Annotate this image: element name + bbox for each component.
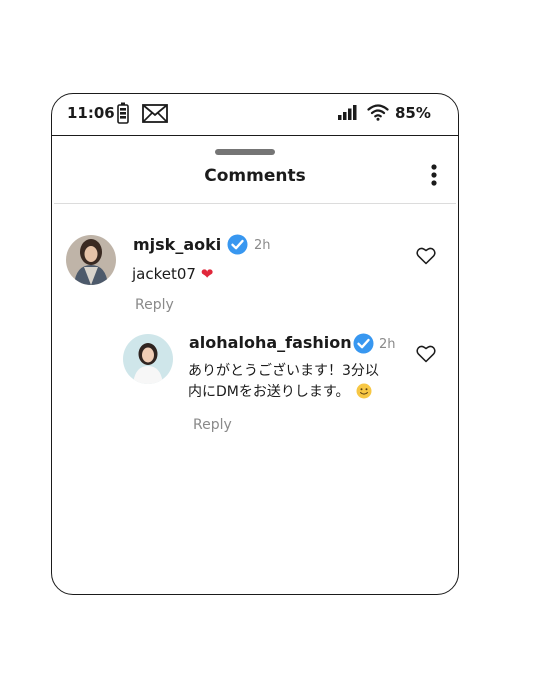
verified-badge-icon — [227, 234, 248, 255]
sheet-divider — [54, 203, 456, 204]
comment-body-line-2: 内にDMをお送りします。 — [188, 384, 350, 400]
status-time: 11:06 — [67, 104, 115, 122]
sheet-drag-handle[interactable] — [215, 149, 275, 155]
comment-text: ありがとうございます！3分以 内にDMをお送りします。 — [188, 361, 379, 403]
sheet-title: Comments — [204, 166, 306, 186]
phone-frame: 11:06 85% Comments mjsk_aoki 2h jacket07… — [51, 93, 459, 595]
comment-body-line-1: ありがとうございます！3分以 — [188, 363, 379, 379]
profile-photo — [66, 235, 116, 285]
profile-photo — [123, 334, 173, 384]
avatar[interactable] — [123, 334, 173, 384]
red-heart-icon: ❤ — [195, 265, 214, 283]
verified-badge-icon — [353, 333, 374, 354]
battery-icon — [117, 102, 129, 124]
reply-button[interactable]: Reply — [135, 297, 174, 313]
wifi-icon — [367, 104, 389, 121]
comment-timestamp: 2h — [254, 238, 271, 253]
comment-body: jacket07 — [132, 265, 196, 283]
reply-button[interactable]: Reply — [193, 417, 232, 433]
comment-username[interactable]: alohaloha_fashion — [189, 333, 352, 352]
status-bar: 11:06 85% — [52, 94, 458, 136]
like-heart-icon[interactable] — [416, 345, 436, 363]
mail-icon — [142, 104, 168, 123]
cellular-signal-icon — [338, 105, 357, 120]
like-heart-icon[interactable] — [416, 247, 436, 265]
smiling-face-emoji-icon — [356, 383, 372, 399]
avatar[interactable] — [66, 235, 116, 285]
comment-username[interactable]: mjsk_aoki — [133, 235, 221, 254]
comment-timestamp: 2h — [379, 337, 396, 352]
battery-percent: 85% — [395, 104, 431, 122]
comment-text: jacket07 ❤ — [132, 264, 213, 285]
more-options-icon[interactable] — [428, 163, 440, 187]
